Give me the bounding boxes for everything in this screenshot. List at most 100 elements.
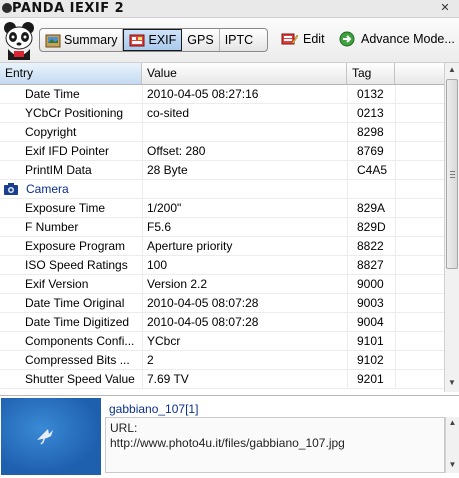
panda-logo-icon: [2, 3, 12, 13]
table-row[interactable]: Shutter Speed Value 7.69 TV 9201: [0, 370, 444, 389]
file-name: gabbiano_107[1]: [109, 402, 199, 416]
tab-iptc[interactable]: IPTC: [220, 29, 258, 51]
tag-cell: 9201: [357, 372, 384, 386]
value-cell: [147, 123, 347, 142]
table-row[interactable]: Compressed Bits ... 2 9102: [0, 351, 444, 370]
table-scrollbar[interactable]: ▲ ▼: [444, 63, 459, 392]
advance-mode-button[interactable]: Advance Mode...: [339, 28, 455, 50]
entry-cell: PrintIM Data: [25, 163, 92, 177]
edit-button[interactable]: Edit: [281, 28, 325, 50]
view-tabs: Summary EXIF GPS IPTC: [39, 28, 268, 52]
table-header: Entry Value Tag: [0, 63, 444, 85]
table-row[interactable]: Components Confi... YCbcr 9101: [0, 332, 444, 351]
column-header-value[interactable]: Value: [142, 63, 347, 84]
tag-cell: 9003: [357, 296, 384, 310]
scrollbar-thumb[interactable]: [446, 79, 458, 269]
image-thumbnail[interactable]: [1, 398, 101, 475]
camera-icon: [4, 183, 18, 195]
info-scrollbar[interactable]: ▲ ▼: [445, 417, 459, 473]
scroll-up-icon[interactable]: ▲: [445, 63, 459, 77]
scroll-down-icon[interactable]: ▼: [445, 376, 459, 390]
advance-mode-label: Advance Mode...: [361, 32, 455, 46]
entry-cell: Exposure Program: [25, 239, 126, 253]
panda-mascot-icon: [4, 22, 34, 60]
tag-cell: 8298: [357, 125, 384, 139]
entry-cell: F Number: [25, 220, 79, 234]
tag-cell: 8769: [357, 144, 384, 158]
close-icon[interactable]: ✕: [439, 2, 451, 14]
value-cell: Offset: 280: [147, 144, 206, 158]
value-cell: 2: [147, 353, 154, 367]
exif-table: Date Time 2010-04-05 08:27:16 0132 YCbCr Po…: [0, 85, 444, 391]
tab-exif[interactable]: EXIF: [123, 29, 183, 51]
value-cell: F5.6: [147, 220, 172, 234]
entry-cell: Components Confi...: [25, 334, 135, 348]
toolbar: Summary EXIF GPS IPTC Edit Advance Mode.…: [0, 18, 459, 63]
info-scroll-up-icon[interactable]: ▲: [446, 417, 459, 429]
seagull-image: [37, 429, 53, 445]
tab-summary[interactable]: Summary: [40, 29, 124, 51]
value-cell: 2010-04-05 08:07:28: [147, 315, 259, 329]
value-cell: 7.69 TV: [147, 372, 189, 386]
table-row[interactable]: Date Time 2010-04-05 08:27:16 0132: [0, 85, 444, 104]
entry-cell: Shutter Speed Value: [25, 372, 135, 386]
entry-cell: ISO Speed Ratings: [25, 258, 128, 272]
exif-icon: [129, 34, 145, 46]
entry-cell: Compressed Bits ...: [25, 353, 130, 367]
tag-cell: 0132: [357, 87, 384, 101]
tag-cell: 9101: [357, 334, 384, 348]
edit-icon: [281, 33, 298, 45]
value-cell: 2010-04-05 08:07:28: [147, 296, 259, 310]
tag-cell: 9004: [357, 315, 384, 329]
tab-gps[interactable]: GPS: [182, 29, 220, 51]
tag-cell: 0213: [357, 106, 384, 120]
column-header-tag[interactable]: Tag: [347, 63, 395, 84]
tab-iptc-label: IPTC: [224, 33, 254, 47]
table-row[interactable]: Date Time Digitized 2010-04-05 08:07:28 90…: [0, 313, 444, 332]
preview-panel: gabbiano_107[1] URL: http://www.photo4u.…: [0, 395, 459, 475]
app-title: PANDA IEXIF 2: [12, 1, 125, 16]
table-row[interactable]: Exif IFD Pointer Offset: 280 8769: [0, 142, 444, 161]
tab-gps-label: GPS: [187, 33, 214, 47]
table-row[interactable]: Copyright 8298: [0, 123, 444, 142]
value-cell: 28 Byte: [147, 163, 188, 177]
table-row[interactable]: YCbCr Positioning co-sited 0213: [0, 104, 444, 123]
table-row[interactable]: Exposure Time 1/200" 829A: [0, 199, 444, 218]
tag-cell: 8827: [357, 258, 384, 272]
entry-cell: Date Time Original: [25, 296, 125, 310]
value-cell: Aperture priority: [147, 239, 233, 253]
table-row[interactable]: Exif Version Version 2.2 9000: [0, 275, 444, 294]
tab-exif-label: EXIF: [148, 33, 177, 47]
entry-cell: Date Time Digitized: [25, 315, 130, 329]
group-row-camera[interactable]: Camera: [0, 180, 444, 199]
tag-cell: 9102: [357, 353, 384, 367]
title-bar: PANDA IEXIF 2 ✕: [0, 0, 459, 18]
table-row[interactable]: PrintIM Data 28 Byte C4A5: [0, 161, 444, 180]
value-cell: co-sited: [147, 106, 190, 120]
entry-cell: YCbCr Positioning: [25, 106, 124, 120]
summary-icon: [45, 34, 61, 47]
value-cell: 100: [147, 258, 168, 272]
edit-label: Edit: [303, 32, 325, 46]
tag-cell: C4A5: [357, 163, 388, 177]
table-row[interactable]: ISO Speed Ratings 100 8827: [0, 256, 444, 275]
value-cell: YCbcr: [147, 334, 181, 348]
column-header-entry[interactable]: Entry: [0, 63, 142, 84]
info-scroll-down-icon[interactable]: ▼: [446, 459, 459, 471]
value-cell: 1/200": [147, 201, 182, 215]
table-row[interactable]: F Number F5.6 829D: [0, 218, 444, 237]
arrow-right-circle-icon: [339, 31, 355, 47]
value-cell: Version 2.2: [147, 277, 208, 291]
url-value: http://www.photo4u.it/files/gabbiano_107…: [110, 436, 345, 450]
tag-cell: 829A: [357, 201, 386, 215]
entry-cell: Exif IFD Pointer: [25, 144, 110, 158]
table-row[interactable]: Exposure Program Aperture priority 8822: [0, 237, 444, 256]
entry-cell: Exposure Time: [25, 201, 106, 215]
column-header-blank: [395, 63, 444, 84]
entry-cell: Copyright: [25, 125, 77, 139]
entry-cell: Exif Version: [25, 277, 89, 291]
group-label: Camera: [26, 182, 69, 196]
tab-summary-label: Summary: [64, 33, 118, 47]
tag-cell: 9000: [357, 277, 384, 291]
table-row[interactable]: Date Time Original 2010-04-05 08:07:28 900…: [0, 294, 444, 313]
